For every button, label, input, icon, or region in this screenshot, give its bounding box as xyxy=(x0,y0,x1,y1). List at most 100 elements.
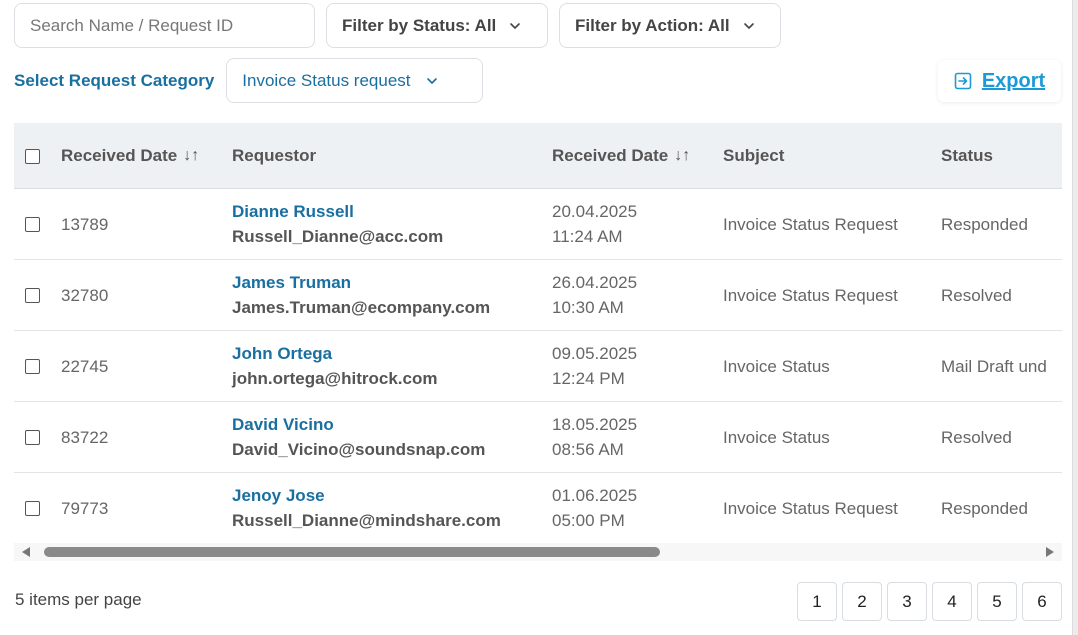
received-date-cell: 26.04.2025 10:30 AM xyxy=(552,260,637,331)
received-date-cell: 20.04.2025 11:24 AM xyxy=(552,189,637,260)
received-time: 11:24 AM xyxy=(552,227,623,246)
requestor-name[interactable]: John Ortega xyxy=(232,344,332,364)
request-id: 83722 xyxy=(61,427,109,447)
select-all-checkbox[interactable] xyxy=(25,148,40,164)
received-date: 01.06.2025 xyxy=(552,486,638,505)
page-button-5[interactable]: 5 xyxy=(977,582,1017,621)
row-checkbox[interactable] xyxy=(25,359,40,374)
requestor-email: David_Vicino@soundsnap.com xyxy=(232,440,486,459)
table-row[interactable]: 13789 Dianne Russell Russell_Dianne@acc.… xyxy=(14,189,1062,260)
category-selected: Invoice Status request xyxy=(242,70,411,90)
subject: Invoice Status xyxy=(723,427,830,447)
requestor-cell: James Truman James.Truman@ecompany.com xyxy=(232,260,490,331)
requestor-name[interactable]: Jenoy Jose xyxy=(232,486,325,506)
requestor-cell: David Vicino David_Vicino@soundsnap.com xyxy=(232,402,485,473)
requestor-name[interactable]: James Truman xyxy=(232,273,351,293)
received-date: 20.04.2025 xyxy=(552,202,638,221)
requestor-name[interactable]: Dianne Russell xyxy=(232,202,354,222)
page-button-3[interactable]: 3 xyxy=(887,582,927,621)
category-row: Select Request Category Invoice Status r… xyxy=(14,58,484,103)
received-time: 05:00 PM xyxy=(552,511,625,530)
filter-bar: Filter by Status: All Filter by Action: … xyxy=(14,3,781,48)
scroll-right-icon[interactable] xyxy=(1046,547,1054,557)
status: Responded xyxy=(941,498,1028,518)
received-time: 08:56 AM xyxy=(552,440,624,459)
row-checkbox-cell xyxy=(25,189,40,260)
header-label: Received Date xyxy=(61,146,178,165)
category-dropdown[interactable]: Invoice Status request xyxy=(226,58,484,103)
search-input[interactable] xyxy=(14,3,315,48)
row-checkbox-cell xyxy=(25,402,40,473)
requests-table: Received Date ↓↑ Requestor Received Date… xyxy=(14,123,1062,543)
received-date-cell: 18.05.2025 08:56 AM xyxy=(552,402,637,473)
request-id: 13789 xyxy=(61,214,109,234)
requestor-email: john.ortega@hitrock.com xyxy=(232,369,438,388)
request-id: 22745 xyxy=(61,356,109,376)
scroll-left-icon[interactable] xyxy=(22,547,30,557)
horizontal-scrollbar[interactable] xyxy=(14,543,1062,561)
requestor-email: Russell_Dianne@mindshare.com xyxy=(232,511,501,530)
table-row[interactable]: 32780 James Truman James.Truman@ecompany… xyxy=(14,260,1062,331)
header-label: Received Date xyxy=(552,146,669,165)
sort-icon[interactable]: ↓↑ xyxy=(674,147,690,165)
status-filter-label: Filter by Status: All xyxy=(342,15,497,35)
export-button[interactable]: Export xyxy=(938,60,1061,102)
request-id: 79773 xyxy=(61,498,109,518)
requestor-name[interactable]: David Vicino xyxy=(232,415,334,435)
received-date-cell: 01.06.2025 05:00 PM xyxy=(552,473,637,543)
header-status: Status xyxy=(941,123,993,189)
action-filter-label: Filter by Action: All xyxy=(575,15,730,35)
row-checkbox-cell xyxy=(25,331,40,402)
page-button-6[interactable]: 6 xyxy=(1022,582,1062,621)
page-button-4[interactable]: 4 xyxy=(932,582,972,621)
table-row[interactable]: 79773 Jenoy Jose Russell_Dianne@mindshar… xyxy=(14,473,1062,543)
sort-icon[interactable]: ↓↑ xyxy=(183,147,199,165)
header-label: Subject xyxy=(723,146,785,165)
header-received-date-id[interactable]: Received Date ↓↑ xyxy=(61,123,199,189)
status-filter-dropdown[interactable]: Filter by Status: All xyxy=(326,3,548,48)
header-label: Requestor xyxy=(232,146,317,165)
table-row[interactable]: 83722 David Vicino David_Vicino@soundsna… xyxy=(14,402,1062,473)
action-filter-dropdown[interactable]: Filter by Action: All xyxy=(559,3,781,48)
export-icon xyxy=(954,72,972,90)
subject: Invoice Status Request xyxy=(723,214,898,234)
chevron-down-icon xyxy=(426,77,437,84)
table-header: Received Date ↓↑ Requestor Received Date… xyxy=(14,123,1062,189)
request-id: 32780 xyxy=(61,285,109,305)
category-label: Select Request Category xyxy=(14,70,215,90)
subject: Invoice Status Request xyxy=(723,498,898,518)
status: Mail Draft und xyxy=(941,356,1047,376)
items-per-page-label: 5 items per page xyxy=(15,590,142,609)
status: Resolved xyxy=(941,427,1012,447)
row-checkbox[interactable] xyxy=(25,217,40,232)
row-checkbox-cell xyxy=(25,473,40,543)
page-button-1[interactable]: 1 xyxy=(797,582,837,621)
header-requestor: Requestor xyxy=(232,123,316,189)
requestor-email: James.Truman@ecompany.com xyxy=(232,298,491,317)
row-checkbox[interactable] xyxy=(25,430,40,445)
header-received-date[interactable]: Received Date ↓↑ xyxy=(552,123,690,189)
status: Resolved xyxy=(941,285,1012,305)
row-checkbox[interactable] xyxy=(25,288,40,303)
requestor-email: Russell_Dianne@acc.com xyxy=(232,227,444,246)
select-all-checkbox-cell xyxy=(25,123,40,189)
pagination: 1 2 3 4 5 6 xyxy=(797,582,1062,621)
requestor-cell: Dianne Russell Russell_Dianne@acc.com xyxy=(232,189,443,260)
received-date: 18.05.2025 xyxy=(552,415,638,434)
subject: Invoice Status Request xyxy=(723,285,898,305)
received-date: 09.05.2025 xyxy=(552,344,638,363)
received-time: 10:30 AM xyxy=(552,298,624,317)
header-label: Status xyxy=(941,146,993,165)
row-checkbox-cell xyxy=(25,260,40,331)
window-edge xyxy=(1072,0,1078,635)
chevron-down-icon xyxy=(510,22,521,29)
subject: Invoice Status xyxy=(723,356,830,376)
received-time: 12:24 PM xyxy=(552,369,625,388)
scrollbar-thumb[interactable] xyxy=(44,547,660,557)
requestor-cell: John Ortega john.ortega@hitrock.com xyxy=(232,331,438,402)
row-checkbox[interactable] xyxy=(25,501,40,516)
table-row[interactable]: 22745 John Ortega john.ortega@hitrock.co… xyxy=(14,331,1062,402)
status: Responded xyxy=(941,214,1028,234)
requestor-cell: Jenoy Jose Russell_Dianne@mindshare.com xyxy=(232,473,501,543)
page-button-2[interactable]: 2 xyxy=(842,582,882,621)
